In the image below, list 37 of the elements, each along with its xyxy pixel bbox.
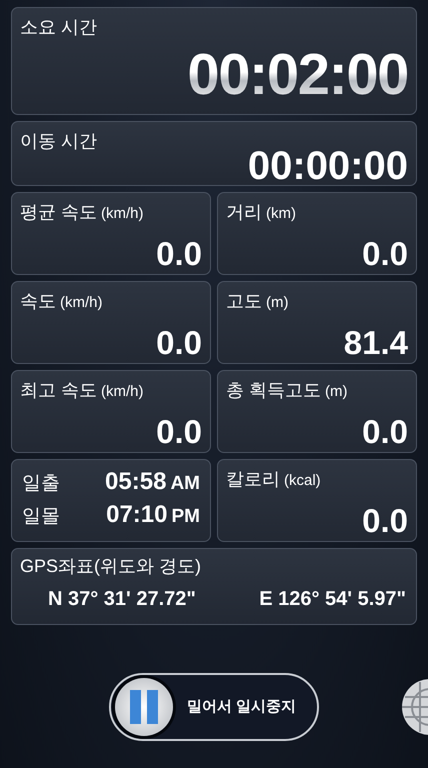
unit-label: (km/h) [101, 206, 144, 221]
unit-label: (m) [325, 384, 348, 399]
sun-time: 05:58 [105, 470, 166, 494]
pause-slider[interactable]: 밀어서 일시중지 [109, 673, 319, 741]
pause-icon [130, 690, 158, 724]
metric-value: 0.0 [362, 415, 408, 448]
sun-label: 일몰 [22, 505, 60, 529]
unit-label: (m) [266, 295, 288, 310]
sun-label: 일출 [22, 472, 60, 496]
metric-value: 81.4 [344, 326, 408, 359]
card-label: 최고 속도 [20, 381, 98, 399]
ampm-label: AM [170, 474, 200, 492]
card-label: 평균 속도 [20, 203, 98, 221]
metric-value: 0.0 [156, 415, 202, 448]
globe-icon[interactable] [400, 677, 428, 737]
card-label: 고도 [226, 292, 262, 310]
unit-label: (km) [266, 206, 296, 221]
unit-label: (kcal) [284, 473, 321, 488]
card-label: GPS좌표(위도와 경도) [20, 557, 202, 575]
card-label: 속도 [20, 292, 56, 310]
metric-value: 0.0 [362, 237, 408, 270]
longitude-value: E 126° 54' 5.97" [259, 589, 406, 609]
card-label: 칼로리 [226, 470, 280, 488]
metric-value: 0.0 [362, 504, 408, 537]
card-label: 이동 시간 [20, 132, 98, 150]
unit-label: (km/h) [101, 384, 144, 399]
ampm-label: PM [172, 507, 200, 526]
card-label: 총 획득고도 [226, 381, 322, 399]
card-label: 거리 [226, 203, 262, 221]
moving-time: 00:00:00 [248, 146, 408, 186]
sun-time: 07:10 [106, 503, 168, 527]
latitude-value: N 37° 31' 27.72" [48, 589, 196, 609]
unit-label: (km/h) [60, 295, 102, 310]
metric-value: 0.0 [156, 237, 202, 270]
pause-handle[interactable] [115, 678, 173, 736]
metric-value: 0.0 [156, 326, 202, 359]
card-label: 소요 시간 [20, 18, 98, 36]
